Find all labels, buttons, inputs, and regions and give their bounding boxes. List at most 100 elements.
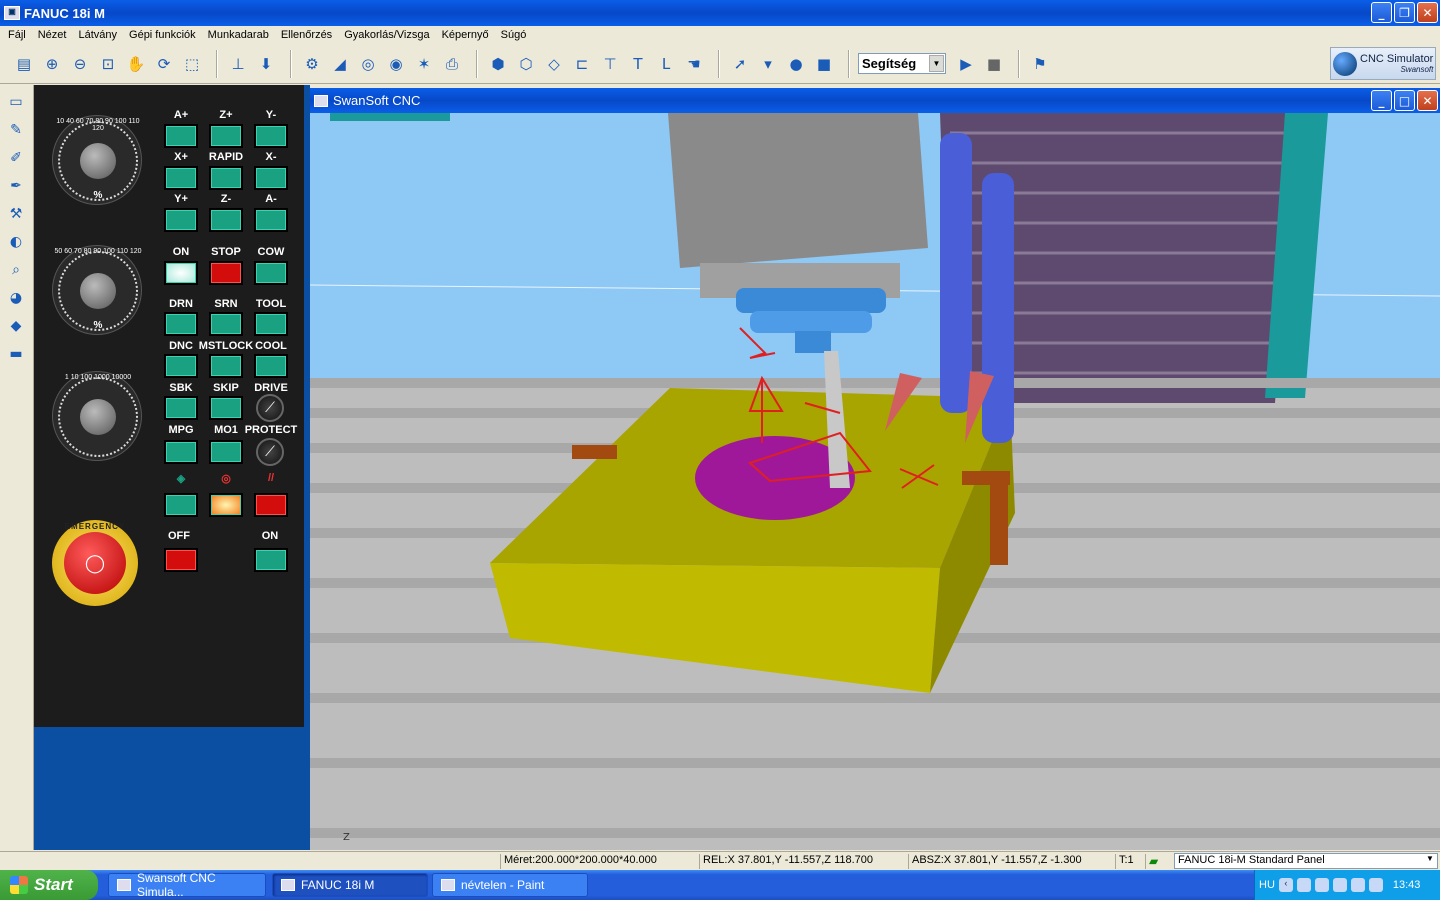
tool-change-icon[interactable]: T — [626, 52, 650, 76]
star-icon[interactable]: ✶ — [412, 52, 436, 76]
sbk-button[interactable] — [164, 396, 198, 420]
mpg-button[interactable] — [164, 440, 198, 464]
menu-view[interactable]: Nézet — [32, 29, 73, 41]
edit-icon[interactable]: ✎ — [5, 119, 27, 141]
wire-view-icon[interactable]: ◇ — [542, 52, 566, 76]
minimize-button[interactable]: _ — [1371, 2, 1392, 23]
spindle-button[interactable] — [209, 493, 243, 517]
feed-hold-button[interactable] — [254, 493, 288, 517]
security-icon[interactable] — [1332, 878, 1347, 892]
protect-key-switch[interactable]: ⟋ — [256, 438, 284, 466]
task-fanuc[interactable]: FANUC 18i M — [272, 873, 428, 897]
tool-measure-icon[interactable]: ⊤ — [598, 52, 622, 76]
spindle-override-dial[interactable]: 50 60 70 80 90 100 110 120 % — [52, 245, 142, 335]
program-icon[interactable]: ✐ — [5, 147, 27, 169]
task-swansoft[interactable]: Swansoft CNC Simula... — [108, 871, 266, 899]
dropdown-arrow-icon[interactable]: ▾ — [756, 52, 780, 76]
restore-button[interactable]: ❐ — [1394, 2, 1415, 23]
coolant-icon[interactable]: ◎ — [356, 52, 380, 76]
menu-check[interactable]: Ellenőrzés — [275, 29, 338, 41]
shield-icon[interactable] — [1368, 878, 1383, 892]
jog-a-minus-button[interactable] — [254, 208, 288, 232]
menu-help[interactable]: Súgó — [495, 29, 533, 41]
panel-type-select[interactable]: FANUC 18i-M Standard Panel ▼ — [1174, 853, 1438, 869]
child-maximize-button[interactable]: □ — [1394, 90, 1415, 111]
search-icon[interactable]: ⌕ — [5, 259, 27, 281]
panel-icon[interactable]: ▬ — [5, 343, 27, 365]
door-icon[interactable]: ⊏ — [570, 52, 594, 76]
drn-button[interactable] — [164, 312, 198, 336]
mstlock-button[interactable] — [209, 354, 243, 378]
chevron-down-icon[interactable]: ▼ — [929, 55, 944, 72]
stop-button[interactable] — [209, 261, 243, 285]
settings-icon[interactable]: ⚒ — [5, 203, 27, 225]
zoom-fit-icon[interactable]: ⊡ — [96, 52, 120, 76]
cycle-start-button[interactable] — [164, 493, 198, 517]
jog-step-dial[interactable]: 1 10 100 1000 10000 — [52, 371, 142, 461]
power-off-button[interactable] — [164, 548, 198, 572]
mo1-button[interactable] — [209, 440, 243, 464]
menu-screen[interactable]: Képernyő — [436, 29, 495, 41]
emergency-stop-button[interactable]: EMERGENCY ◯ — [52, 520, 138, 606]
srn-button[interactable] — [209, 312, 243, 336]
stop-icon[interactable]: ■ — [982, 52, 1006, 76]
menu-display[interactable]: Látvány — [72, 29, 123, 41]
jog-x-plus-button[interactable] — [164, 166, 198, 190]
network-icon[interactable] — [1296, 878, 1311, 892]
dnc-button[interactable] — [164, 354, 198, 378]
skip-button[interactable] — [209, 396, 243, 420]
child-close-button[interactable]: ✕ — [1417, 90, 1438, 111]
tool-length-icon[interactable]: L — [654, 52, 678, 76]
tool-icon[interactable]: ✒ — [5, 175, 27, 197]
cycle-on-button[interactable] — [164, 261, 198, 285]
power-on-button[interactable] — [254, 548, 288, 572]
emergency-stop-icon[interactable]: ◯ — [64, 532, 126, 594]
language-indicator[interactable]: HU — [1259, 879, 1275, 891]
world-icon[interactable]: ◕ — [5, 287, 27, 309]
new-window-icon[interactable]: ▭ — [5, 91, 27, 113]
jog-y-minus-button[interactable] — [254, 124, 288, 148]
tool-path-icon[interactable]: ⚙ — [300, 52, 324, 76]
pointer-icon[interactable]: ➚ — [728, 52, 752, 76]
drive-key-switch[interactable]: ⟋ — [256, 394, 284, 422]
child-minimize-button[interactable]: _ — [1371, 90, 1392, 111]
menu-workpiece[interactable]: Munkadarab — [202, 29, 275, 41]
record-icon[interactable]: ● — [784, 52, 808, 76]
print-icon[interactable]: ⎙ — [440, 52, 464, 76]
jog-x-minus-button[interactable] — [254, 166, 288, 190]
3d-viewport[interactable]: Z — [310, 113, 1440, 850]
save-icon[interactable]: ▤ — [12, 52, 36, 76]
update-icon[interactable] — [1350, 878, 1365, 892]
jog-z-plus-button[interactable] — [209, 124, 243, 148]
solid-view-icon[interactable]: ⬢ — [486, 52, 510, 76]
tool-button[interactable] — [254, 312, 288, 336]
stop-record-icon[interactable]: ■ — [812, 52, 836, 76]
start-button[interactable]: Start — [0, 870, 98, 900]
dial-knob[interactable] — [80, 273, 116, 309]
feed-override-dial[interactable]: 10 40 60 70 80 90 100 110 120 % — [52, 115, 142, 205]
menu-practice-exam[interactable]: Gyakorlás/Vizsga — [338, 29, 435, 41]
dial-knob[interactable] — [80, 143, 116, 179]
volume-icon[interactable] — [1314, 878, 1329, 892]
cut-icon[interactable]: ◢ — [328, 52, 352, 76]
measure-icon[interactable]: ◐ — [5, 231, 27, 253]
close-button[interactable]: ✕ — [1417, 2, 1438, 23]
jog-z-minus-button[interactable] — [209, 208, 243, 232]
select-box-icon[interactable]: ⬚ — [180, 52, 204, 76]
axis-view-icon[interactable]: ⊥ — [226, 52, 250, 76]
cube-view-icon[interactable]: ⬡ — [514, 52, 538, 76]
task-paint[interactable]: névtelen - Paint — [432, 873, 588, 897]
tray-expand-icon[interactable]: ‹ — [1278, 878, 1293, 892]
play-icon[interactable]: ▶ — [954, 52, 978, 76]
hand-icon[interactable]: ☚ — [682, 52, 706, 76]
chevron-down-icon[interactable]: ▼ — [1423, 854, 1437, 868]
coolant-button[interactable] — [254, 354, 288, 378]
cube-icon[interactable]: ◆ — [5, 315, 27, 337]
shade-icon[interactable]: ◉ — [384, 52, 408, 76]
menu-file[interactable]: Fájl — [2, 29, 32, 41]
dial-knob[interactable] — [80, 399, 116, 435]
pan-hand-icon[interactable]: ✋ — [124, 52, 148, 76]
jog-y-plus-button[interactable] — [164, 208, 198, 232]
menu-machine-functions[interactable]: Gépi funkciók — [123, 29, 202, 41]
zoom-out-icon[interactable]: ⊖ — [68, 52, 92, 76]
